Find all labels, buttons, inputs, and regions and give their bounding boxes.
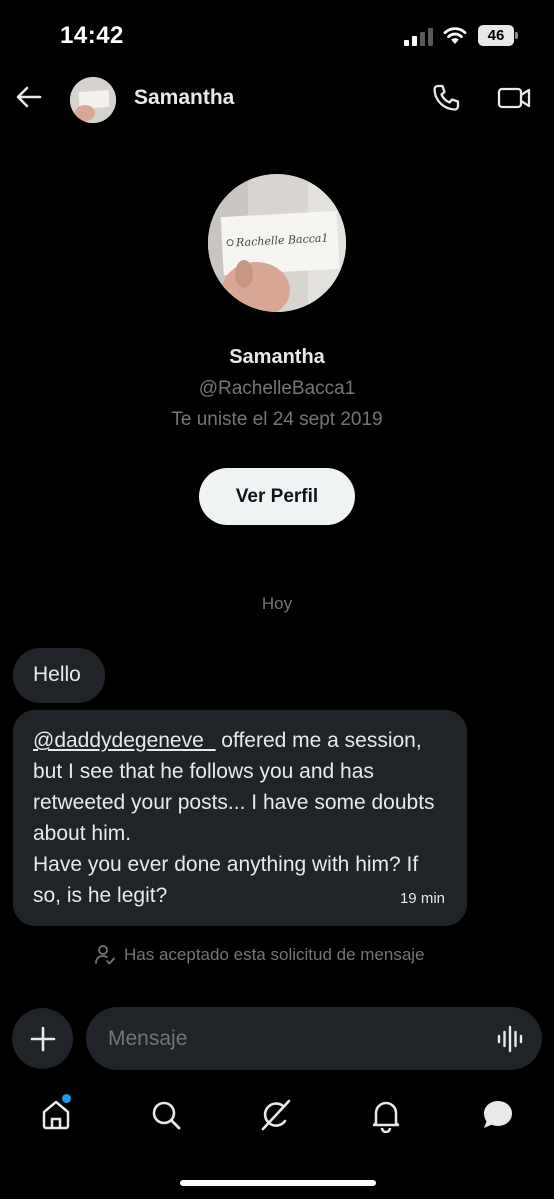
profile-avatar[interactable]: Rachelle Bacca1 [208, 174, 346, 312]
status-time: 14:42 [60, 22, 124, 49]
header-name: Samantha [134, 86, 235, 109]
accepted-request-note: Has aceptado esta solicitud de mensaje [94, 943, 425, 967]
status-bar: 14:42 46 [0, 0, 554, 70]
add-attachment-button[interactable] [12, 1008, 73, 1069]
view-profile-button[interactable]: Ver Perfil [199, 468, 355, 525]
message-timestamp: 19 min [399, 890, 445, 907]
nav-search[interactable] [146, 1095, 186, 1135]
back-arrow-icon[interactable] [14, 82, 44, 112]
profile-joined-date: Te uniste el 24 sept 2019 [171, 409, 383, 430]
message-text: Hello [33, 663, 81, 686]
message-input[interactable] [86, 1007, 542, 1070]
mention-link[interactable]: @daddydegeneve_ [33, 729, 215, 752]
header-avatar[interactable] [70, 77, 116, 123]
battery-indicator: 46 [478, 25, 518, 46]
nav-grok[interactable] [256, 1095, 296, 1135]
home-indicator [180, 1180, 376, 1186]
search-icon [152, 1101, 181, 1130]
nav-notifications[interactable] [366, 1095, 406, 1135]
wifi-icon [443, 27, 467, 44]
voice-waveform-icon[interactable] [496, 1024, 526, 1054]
phone-icon[interactable] [430, 82, 462, 114]
message-text-continued: Have you ever done anything with him? If… [33, 853, 419, 907]
conversation-header: Samantha [0, 72, 554, 128]
date-divider: Hoy [261, 594, 293, 613]
accepted-note-text: Has aceptado esta solicitud de mensaje [124, 945, 425, 964]
nav-messages[interactable] [478, 1095, 518, 1135]
message-bubble[interactable]: Hello [13, 648, 105, 703]
home-notification-dot [62, 1094, 71, 1103]
grok-icon [261, 1099, 291, 1131]
bell-icon [372, 1101, 400, 1133]
person-check-icon [95, 945, 115, 965]
messages-icon [484, 1101, 512, 1128]
plus-icon [30, 1026, 55, 1051]
profile-name: Samantha [229, 346, 325, 368]
video-camera-icon[interactable] [496, 82, 532, 114]
cellular-signal-icon [404, 28, 434, 46]
message-bubble[interactable]: @daddydegeneve_ offered me a session, bu… [13, 710, 467, 926]
profile-handle: @RachelleBacca1 [198, 378, 356, 399]
